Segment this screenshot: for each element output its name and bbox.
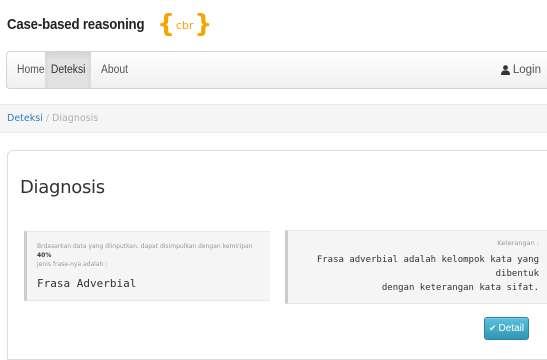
nav-item-about[interactable]: About: [101, 52, 128, 88]
navbar: Home Deteksi About Login: [6, 51, 547, 89]
login-label: Login: [512, 64, 541, 76]
detail-button[interactable]: ✔ Detail: [484, 317, 529, 340]
breadcrumb-separator: /: [45, 113, 50, 124]
info-text-line-1: Frasa adverbial adalah kelompok kata yan…: [316, 255, 539, 279]
page-title: Diagnosis: [20, 177, 105, 198]
brand-abbr: cbr: [175, 19, 194, 32]
breadcrumb-link-deteksi[interactable]: Deteksi: [7, 113, 43, 124]
info-box: Keterangan : Frasa adverbial adalah kelo…: [285, 230, 547, 304]
detail-button-label: Detail: [498, 323, 525, 334]
result-description-suffix: jenis frasa-nya adalah :: [37, 261, 108, 268]
brand[interactable]: Case-based reasoning { cbr }: [7, 9, 213, 38]
brace-open: {: [157, 9, 175, 38]
breadcrumb: Deteksi / Diagnosis: [0, 104, 547, 133]
result-description: Brdasarkan data yang diinputkan, dapat d…: [37, 242, 264, 269]
result-box: Brdasarkan data yang diinputkan, dapat d…: [24, 231, 270, 301]
check-icon: ✔: [488, 323, 497, 333]
login-link[interactable]: Login: [500, 52, 541, 88]
breadcrumb-current: Diagnosis: [52, 113, 99, 124]
brand-title: Case-based reasoning: [7, 16, 145, 33]
info-text: Frasa adverbial adalah kelompok kata yan…: [298, 253, 539, 295]
result-value: Frasa Adverbial: [37, 277, 137, 290]
nav-item-deteksi[interactable]: Deteksi: [45, 52, 91, 88]
brace-close: }: [194, 9, 213, 38]
content-panel: Diagnosis Brdasarkan data yang diinputka…: [7, 150, 547, 360]
nav-item-deteksi-label: Deteksi: [50, 64, 86, 76]
nav-item-home[interactable]: Home: [17, 52, 45, 88]
info-text-line-2: dengan keterangan kata sifat.: [381, 283, 539, 293]
result-description-prefix: Brdasarkan data yang diinputkan, dapat d…: [37, 243, 253, 250]
similarity-value: 40%: [37, 252, 52, 259]
user-icon: [500, 65, 510, 75]
info-label: Keterangan :: [497, 239, 539, 247]
brand-logo: { cbr }: [157, 9, 213, 38]
